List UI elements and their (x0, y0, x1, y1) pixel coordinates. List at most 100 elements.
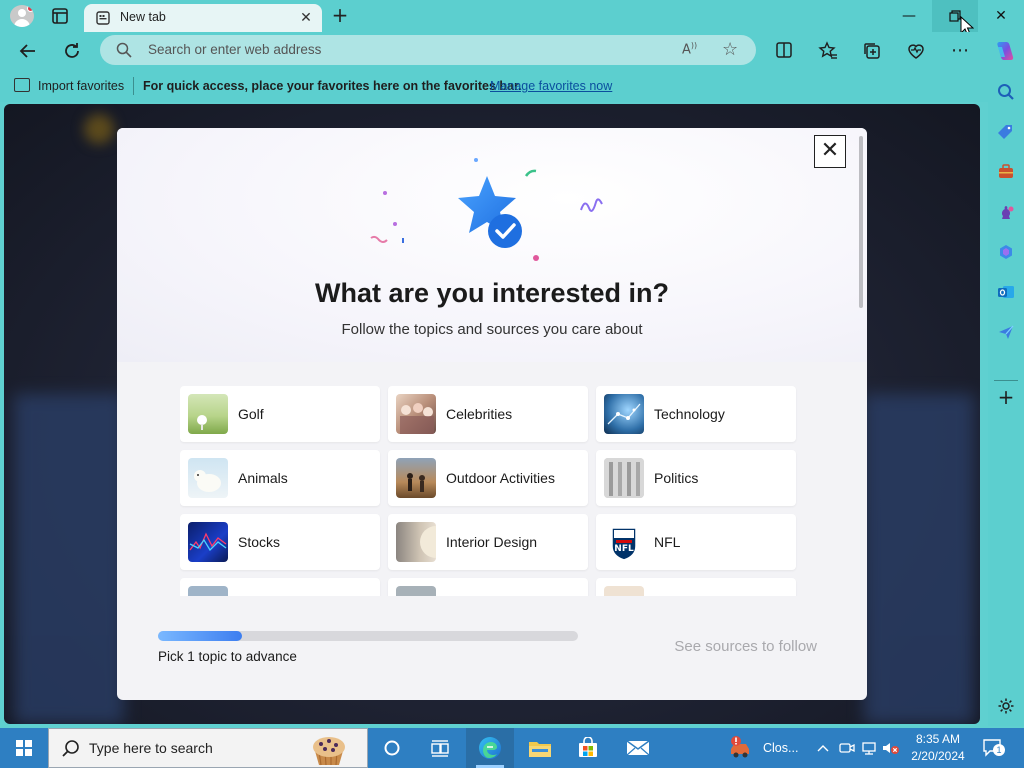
svg-text:NFL: NFL (614, 544, 634, 554)
sidebar-microsoft365-icon[interactable] (994, 240, 1018, 264)
back-arrow-icon[interactable] (18, 41, 38, 61)
nfl-logo-icon: NFL (604, 522, 644, 562)
confetti-right-icon (580, 198, 603, 212)
topic-thumbnail (396, 586, 436, 596)
topic-interior-design[interactable]: Interior Design (388, 514, 588, 570)
microsoft-store-icon[interactable] (564, 728, 612, 768)
new-tab-plus-icon[interactable]: + (330, 5, 350, 26)
more-options-icon[interactable]: ⋯ (950, 41, 970, 61)
sidebar-tools-briefcase-icon[interactable] (994, 160, 1018, 184)
topic-card-partial[interactable] (388, 578, 588, 596)
topic-stocks[interactable]: Stocks (180, 514, 380, 570)
search-icon (62, 740, 79, 757)
cortana-circle-icon[interactable] (368, 728, 416, 768)
animals-thumbnail (188, 458, 228, 498)
sidebar-search-icon[interactable] (994, 80, 1018, 104)
topic-thumbnail (188, 586, 228, 596)
split-screen-icon[interactable] (774, 41, 794, 61)
sidebar-shopping-tag-icon[interactable] (994, 120, 1018, 144)
favorites-hint-text: For quick access, place your favorites h… (143, 79, 522, 93)
topic-politics[interactable]: Politics (596, 450, 796, 506)
copilot-icon[interactable] (992, 39, 1016, 63)
edge-sidebar: + (988, 70, 1024, 726)
title-bar: New tab ✕ + — ✕ (0, 0, 1024, 37)
navigation-bar: Search or enter web address A)) ☆ ⋯ (0, 32, 1024, 70)
favorites-icon[interactable] (818, 41, 838, 61)
close-tab-icon[interactable]: ✕ (298, 10, 314, 26)
divider (133, 77, 134, 95)
sidebar-games-chess-icon[interactable] (994, 200, 1018, 224)
mail-icon[interactable] (614, 728, 662, 768)
close-dialog-button[interactable]: ✕ (814, 135, 846, 168)
taskbar-search-box[interactable]: Type here to search (48, 728, 368, 768)
sidebar-outlook-icon[interactable] (994, 280, 1018, 304)
new-tab-page-icon (96, 11, 110, 25)
edge-browser-taskbar-icon[interactable] (466, 728, 514, 768)
notification-text[interactable]: Clos... (763, 741, 798, 755)
topic-thumbnail (604, 586, 644, 596)
topic-label: NFL (654, 534, 681, 550)
collections-icon[interactable] (862, 41, 882, 61)
minimize-button[interactable]: — (886, 0, 932, 32)
muffin-search-highlight-icon (313, 737, 345, 766)
favorites-bar: Import favorites For quick access, place… (0, 70, 988, 102)
stocks-thumbnail (188, 522, 228, 562)
notification-car-warning-icon[interactable] (728, 736, 756, 760)
sidebar-divider (994, 380, 1018, 381)
technology-thumbnail (604, 394, 644, 434)
tab-actions-icon[interactable] (50, 6, 70, 26)
politics-thumbnail (604, 458, 644, 498)
task-view-icon[interactable] (416, 728, 464, 768)
browser-essentials-heart-icon[interactable] (906, 41, 926, 61)
star-checkmark-illustration-icon (458, 158, 537, 248)
topic-card-partial[interactable] (596, 578, 796, 596)
topic-label: Stocks (238, 534, 281, 550)
search-icon (116, 42, 132, 58)
progress-bar (158, 631, 578, 641)
network-icon[interactable] (858, 728, 880, 768)
topic-nfl[interactable]: NFL NFL (596, 514, 796, 570)
address-bar[interactable]: Search or enter web address A)) ☆ (100, 35, 756, 65)
manage-favorites-link[interactable]: Manage favorites now (490, 79, 612, 93)
sidebar-send-icon[interactable] (994, 320, 1018, 344)
dialog-title: What are you interested in? (314, 278, 670, 308)
file-explorer-icon[interactable] (516, 728, 564, 768)
browser-tab[interactable]: New tab ✕ (84, 4, 322, 32)
interests-dialog: ✕ What are you interested in? Follow the… (117, 128, 867, 700)
topic-outdoor-activities[interactable]: Outdoor Activities (388, 450, 588, 506)
topic-animals[interactable]: Animals (180, 450, 380, 506)
import-favorites-button[interactable]: Import favorites (38, 79, 124, 93)
see-sources-button[interactable]: See sources to follow (647, 638, 817, 658)
show-hidden-icons-chevron-icon[interactable] (812, 728, 834, 768)
close-window-button[interactable]: ✕ (978, 0, 1024, 32)
taskbar-search-placeholder: Type here to search (89, 740, 213, 756)
dialog-subtitle: Follow the topics and sources you care a… (341, 321, 643, 338)
sidebar-add-plus-icon[interactable]: + (994, 385, 1018, 409)
add-favorite-star-icon[interactable]: ☆ (722, 39, 738, 60)
interior-design-thumbnail (396, 522, 436, 562)
start-windows-icon[interactable] (0, 728, 48, 768)
topic-label: Outdoor Activities (446, 470, 555, 486)
topic-label: Interior Design (446, 534, 538, 550)
topic-technology[interactable]: Technology (596, 386, 796, 442)
confetti-dot-icon (533, 255, 539, 261)
topic-card-partial[interactable] (180, 578, 380, 596)
action-center-notification-icon[interactable]: 1 (982, 738, 1006, 758)
refresh-icon[interactable] (62, 41, 82, 61)
volume-muted-icon[interactable] (880, 728, 902, 768)
topic-celebrities[interactable]: Celebrities (388, 386, 588, 442)
taskbar-clock[interactable]: 8:35 AM 2/20/2024 (906, 731, 970, 765)
topic-label: Technology (654, 406, 725, 422)
topic-label: Celebrities (446, 406, 513, 422)
topic-grid: Golf Celebrities Technology Animals Outd… (180, 386, 800, 596)
meet-now-camera-icon[interactable] (836, 728, 858, 768)
notification-count-badge: 1 (993, 744, 1005, 756)
profile-avatar-icon[interactable] (10, 5, 34, 27)
import-favorites-icon[interactable] (14, 78, 30, 92)
sidebar-settings-gear-icon[interactable] (994, 694, 1018, 718)
topic-golf[interactable]: Golf (180, 386, 380, 442)
read-aloud-icon[interactable]: A)) (682, 41, 697, 57)
dialog-scrollbar[interactable] (859, 136, 863, 308)
confetti-left-icon (370, 191, 404, 243)
topic-label: Golf (238, 406, 264, 422)
